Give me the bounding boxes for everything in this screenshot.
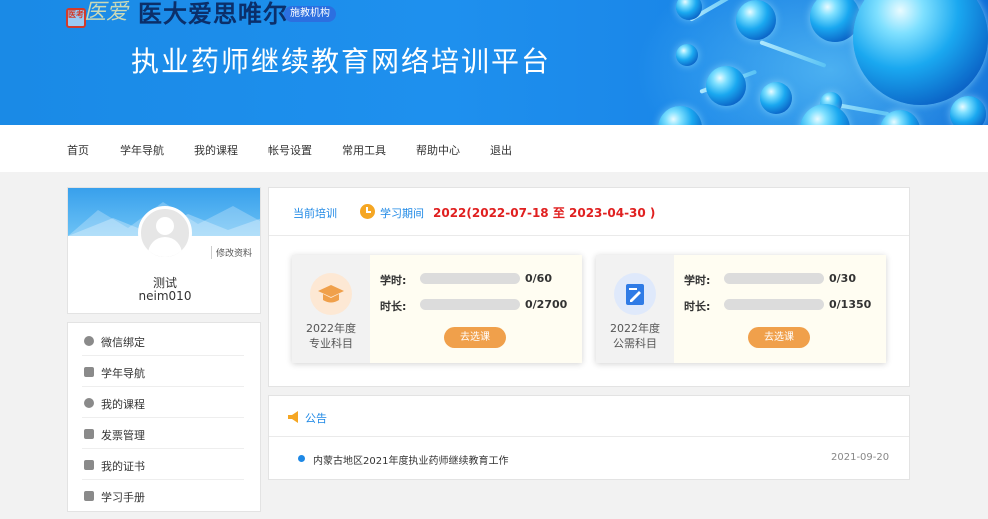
course-year: 2022年度 xyxy=(306,322,356,335)
hours-value: 0/30 xyxy=(829,272,856,285)
duration-progress-bar xyxy=(724,299,824,310)
divider xyxy=(269,235,909,236)
sidebar-menu: 微信绑定 学年导航 我的课程 发票管理 我的证书 学习手册 xyxy=(67,322,261,512)
nav-account-settings[interactable]: 帐号设置 xyxy=(268,142,312,158)
nav-help-center[interactable]: 帮助中心 xyxy=(416,142,460,158)
sidebar-item-label: 我的课程 xyxy=(101,398,145,411)
sidebar-item-label: 微信绑定 xyxy=(101,336,145,349)
sidebar-item-label: 学习手册 xyxy=(101,491,145,504)
sidebar-item-label: 发票管理 xyxy=(101,429,145,442)
hours-label: 学时: xyxy=(684,274,711,287)
sidebar-item-certificate[interactable]: 我的证书 xyxy=(82,449,244,480)
course-card-professional: 2022年度 专业科目 学时: 0/60 时长: 0/2700 去选课 xyxy=(292,255,582,363)
study-period-label: 学习期间 xyxy=(380,207,424,220)
hours-progress-bar xyxy=(724,273,824,284)
hours-progress-bar xyxy=(420,273,520,284)
logo-mark: 医爱 xyxy=(84,0,129,25)
notice-title: 公告 xyxy=(305,412,327,425)
notice-item-link[interactable]: 内蒙古地区2021年度执业药师继续教育工作 xyxy=(313,452,508,467)
profile-card: 修改资料 测试 neim010 xyxy=(67,187,261,314)
edit-profile-link[interactable]: 修改资料 xyxy=(211,246,252,259)
page-title: 执业药师继续教育网络培训平台 xyxy=(131,45,552,78)
course-subject: 公需科目 xyxy=(613,337,657,350)
speaker-icon xyxy=(288,411,298,423)
book-icon xyxy=(84,367,94,377)
sidebar-item-wechat-bind[interactable]: 微信绑定 xyxy=(82,325,244,356)
sidebar-item-invoice[interactable]: 发票管理 xyxy=(82,418,244,449)
nav-home[interactable]: 首页 xyxy=(67,142,89,158)
sidebar-item-manual[interactable]: 学习手册 xyxy=(82,480,244,511)
nav-logout[interactable]: 退出 xyxy=(490,142,512,158)
hours-value: 0/60 xyxy=(525,272,552,285)
molecule-sphere xyxy=(706,66,746,106)
logo-seal: 医考 xyxy=(66,8,86,28)
nav-tools[interactable]: 常用工具 xyxy=(342,142,386,158)
header-banner: 医考 医爱 医大爱思唯尔 施教机构 执业药师继续教育网络培训平台 xyxy=(0,0,988,125)
sidebar-item-label: 学年导航 xyxy=(101,367,145,380)
nav-my-courses[interactable]: 我的课程 xyxy=(194,142,238,158)
avatar-head xyxy=(156,217,174,235)
top-nav: 首页 学年导航 我的课程 帐号设置 常用工具 帮助中心 退出 xyxy=(0,125,988,172)
course-card-public: 2022年度 公需科目 学时: 0/30 时长: 0/1350 去选课 xyxy=(596,255,886,363)
brand-tag: 施教机构 xyxy=(284,6,336,22)
course-card-header: 2022年度 公需科目 xyxy=(596,255,674,363)
edit-note-icon xyxy=(614,273,656,315)
study-period-value: 2022(2022-07-18 至 2023-04-30 ) xyxy=(433,206,656,220)
duration-label: 时长: xyxy=(380,300,407,313)
duration-value: 0/2700 xyxy=(525,298,568,311)
course-icon xyxy=(84,398,94,408)
nav-year-guide[interactable]: 学年导航 xyxy=(120,142,164,158)
course-title: 2022年度 公需科目 xyxy=(596,321,674,351)
duration-label: 时长: xyxy=(684,300,711,313)
bullet-icon xyxy=(298,455,305,462)
manual-icon xyxy=(84,491,94,501)
notice-panel: 公告 内蒙古地区2021年度执业药师继续教育工作 2021-09-20 xyxy=(268,395,910,480)
notice-item-date: 2021-09-20 xyxy=(831,452,890,463)
hours-label: 学时: xyxy=(380,274,407,287)
avatar[interactable] xyxy=(138,206,192,260)
wechat-icon xyxy=(84,336,94,346)
avatar-body xyxy=(148,237,182,257)
user-id: neim010 xyxy=(138,289,192,303)
molecule-sphere xyxy=(676,44,698,66)
molecule-sphere xyxy=(950,96,986,125)
current-training-tab[interactable]: 当前培训 xyxy=(293,205,337,221)
course-title: 2022年度 专业科目 xyxy=(292,321,370,351)
divider xyxy=(269,436,909,437)
sidebar-item-label: 我的证书 xyxy=(101,460,145,473)
sidebar-item-my-courses[interactable]: 我的课程 xyxy=(82,387,244,418)
select-course-button[interactable]: 去选课 xyxy=(748,327,810,348)
molecule-sphere xyxy=(760,82,792,114)
graduation-cap-icon xyxy=(310,273,352,315)
certificate-icon xyxy=(84,460,94,470)
duration-value: 0/1350 xyxy=(829,298,872,311)
sidebar-item-year-guide[interactable]: 学年导航 xyxy=(82,356,244,387)
course-year: 2022年度 xyxy=(610,322,660,335)
clock-icon xyxy=(360,204,375,219)
training-panel: 当前培训 学习期间 2022(2022-07-18 至 2023-04-30 )… xyxy=(268,187,910,387)
select-course-button[interactable]: 去选课 xyxy=(444,327,506,348)
course-subject: 专业科目 xyxy=(309,337,353,350)
molecule-sphere xyxy=(736,0,776,40)
course-card-header: 2022年度 专业科目 xyxy=(292,255,370,363)
duration-progress-bar xyxy=(420,299,520,310)
invoice-icon xyxy=(84,429,94,439)
brand-name: 医大爱思唯尔 xyxy=(138,0,288,28)
